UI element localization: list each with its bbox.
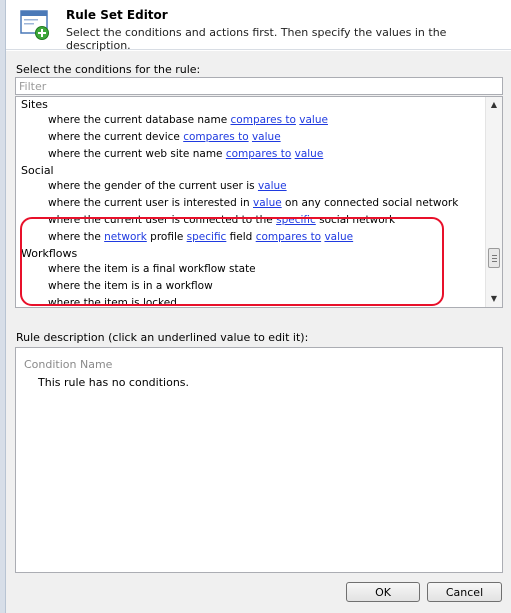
condition-text: where the	[48, 231, 105, 243]
description-label: Rule description (click an underlined va…	[16, 331, 309, 344]
condition-group-title: Workflows	[21, 247, 78, 260]
condition-link-value[interactable]: value	[252, 131, 281, 143]
condition-group-title: Sites	[21, 98, 48, 111]
condition-item[interactable]: where the item is locked	[16, 295, 484, 308]
filter-input[interactable]	[15, 77, 503, 95]
condition-link-specific[interactable]: specific	[276, 214, 316, 226]
condition-text: profile	[146, 231, 187, 243]
scroll-down-icon[interactable]: ▼	[486, 291, 502, 307]
condition-item[interactable]: where the current web site name compares…	[16, 146, 484, 163]
condition-link-compares-to[interactable]: compares to	[226, 148, 291, 160]
scroll-up-icon[interactable]: ▲	[486, 97, 502, 113]
dialog-title: Rule Set Editor	[66, 8, 168, 22]
cancel-button[interactable]: Cancel	[427, 582, 502, 602]
condition-text: where the current web site name	[48, 148, 226, 160]
condition-item[interactable]: where the item is in a workflow	[16, 278, 484, 295]
condition-text: field	[226, 231, 256, 243]
scroll-thumb[interactable]	[488, 248, 500, 268]
condition-text: where the item is in a workflow	[48, 280, 213, 292]
dialog-header: Rule Set Editor Select the conditions an…	[6, 0, 511, 52]
condition-link-specific[interactable]: specific	[187, 231, 227, 243]
dialog-subtitle: Select the conditions and actions first.…	[66, 26, 447, 52]
condition-link-network[interactable]: network	[104, 231, 147, 243]
ok-button[interactable]: OK	[346, 582, 420, 602]
condition-group-title: Social	[21, 164, 54, 177]
condition-item[interactable]: where the gender of the current user is …	[16, 178, 484, 195]
condition-link-compares-to[interactable]: compares to	[231, 114, 296, 126]
rule-set-add-icon	[20, 10, 50, 40]
condition-link-compares-to[interactable]: compares to	[183, 131, 248, 143]
condition-item[interactable]: where the current user is interested in …	[16, 195, 484, 212]
condition-link-value[interactable]: value	[295, 148, 324, 160]
grip-line	[492, 258, 497, 259]
condition-text: where the current user is connected to t…	[48, 214, 277, 226]
grip-line	[492, 261, 497, 262]
condition-text: on any connected social network	[281, 197, 459, 209]
condition-group-social: Social where the gender of the current us…	[16, 163, 484, 246]
condition-group-sites: Sites where the current database name com…	[16, 97, 484, 163]
condition-text: social network	[315, 214, 396, 226]
conditions-list-content: Sites where the current database name com…	[16, 97, 484, 308]
condition-link-compares-to[interactable]: compares to	[256, 231, 321, 243]
no-conditions-text: This rule has no conditions.	[38, 376, 190, 389]
condition-link-value[interactable]: value	[258, 180, 287, 192]
condition-item[interactable]: where the current database name compares…	[16, 112, 484, 129]
condition-text: where the current user is interested in	[48, 197, 253, 209]
conditions-scrollbar[interactable]: ▲ ▼	[485, 97, 502, 307]
condition-link-value[interactable]: value	[324, 231, 353, 243]
condition-text: where the item is locked	[48, 297, 177, 308]
condition-name-header: Condition Name	[24, 358, 113, 371]
condition-text: where the gender of the current user is	[48, 180, 258, 192]
condition-group-workflows: Workflows where the item is a final workf…	[16, 246, 484, 308]
rule-description-box[interactable]: Condition Name This rule has no conditio…	[15, 347, 503, 573]
condition-text: where the current device	[48, 131, 184, 143]
dialog-body: Select the conditions for the rule: Site…	[6, 51, 511, 613]
conditions-label: Select the conditions for the rule:	[16, 63, 201, 76]
condition-item[interactable]: where the current user is connected to t…	[16, 212, 484, 229]
condition-link-value[interactable]: value	[253, 197, 282, 209]
condition-item[interactable]: where the current device compares to val…	[16, 129, 484, 146]
condition-link-value[interactable]: value	[299, 114, 328, 126]
condition-item[interactable]: where the network profile specific field…	[16, 229, 484, 246]
grip-line	[492, 255, 497, 256]
condition-item[interactable]: where the item is a final workflow state	[16, 261, 484, 278]
condition-text: where the current database name	[48, 114, 231, 126]
condition-text: where the item is a final workflow state	[48, 263, 256, 275]
conditions-list[interactable]: Sites where the current database name com…	[15, 96, 503, 308]
